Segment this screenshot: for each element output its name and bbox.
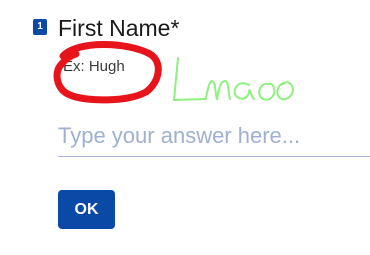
- green-scribble-annotation: [173, 57, 294, 101]
- question-hint: Ex: Hugh: [63, 58, 125, 75]
- form-page: 1 First Name* Ex: Hugh OK: [0, 0, 370, 255]
- ok-button[interactable]: OK: [58, 190, 115, 229]
- question-title: First Name*: [58, 15, 180, 41]
- question-number-badge: 1: [33, 19, 47, 35]
- first-name-input[interactable]: [58, 116, 370, 157]
